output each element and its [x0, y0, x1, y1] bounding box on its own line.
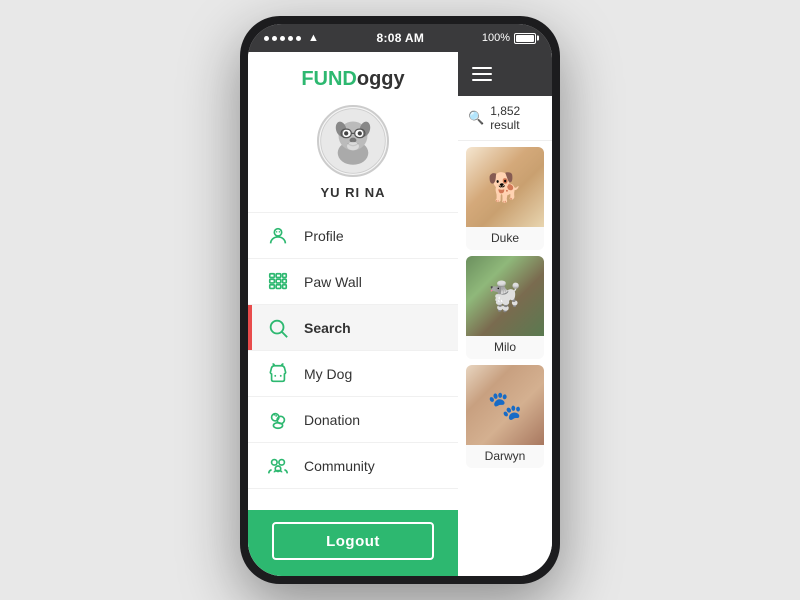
signal-dot-5	[296, 36, 301, 41]
hamburger-line-2	[472, 73, 492, 75]
dog-name-duke: Duke	[466, 227, 544, 250]
nav-item-donation[interactable]: Donation	[248, 397, 458, 443]
hamburger-button[interactable]	[472, 67, 492, 81]
dog-photo-darwyn: 🐾	[466, 365, 544, 445]
battery-area: 100%	[482, 32, 536, 44]
battery-fill	[516, 35, 534, 42]
logo-fund: FUND	[301, 68, 357, 90]
search-bar: 🔍 1,852 result	[458, 96, 552, 141]
status-bar: ▲ 8:08 AM 100%	[248, 24, 552, 52]
signal-area: ▲	[264, 32, 319, 44]
hamburger-line-3	[472, 79, 492, 81]
dog-photo-milo: 🐩	[466, 256, 544, 336]
nav-label-my-dog: My Dog	[304, 366, 352, 382]
my-dog-icon	[264, 360, 292, 388]
search-result-count: 1,852 result	[490, 104, 542, 132]
community-icon	[264, 452, 292, 480]
signal-dot-1	[264, 36, 269, 41]
search-nav-icon	[264, 314, 292, 342]
status-time: 8:08 AM	[377, 31, 425, 45]
dog-card-darwyn[interactable]: 🐾 Darwyn	[466, 365, 544, 468]
phone-frame: ▲ 8:08 AM 100% FUNDoggy	[240, 16, 560, 584]
signal-dot-4	[288, 36, 293, 41]
dog-list: 🐕 Duke 🐩 Milo 🐾 Darwyn	[458, 141, 552, 576]
dog-photo-duke: 🐕	[466, 147, 544, 227]
dog-avatar-svg	[319, 107, 387, 175]
nav-list: Profile	[248, 213, 458, 510]
main-content: 🔍 1,852 result 🐕 Duke 🐩 Milo 🐾	[458, 52, 552, 576]
logo-oggy: oggy	[357, 68, 405, 90]
main-header	[458, 52, 552, 96]
signal-dot-2	[272, 36, 277, 41]
hamburger-line-1	[472, 67, 492, 69]
app-content: FUNDoggy	[248, 52, 552, 576]
nav-item-community[interactable]: Community	[248, 443, 458, 489]
drawer-footer: Logout	[248, 510, 458, 576]
search-bar-icon: 🔍	[468, 110, 484, 126]
nav-label-paw-wall: Paw Wall	[304, 274, 362, 290]
username: YU RI NA	[320, 185, 385, 200]
nav-label-donation: Donation	[304, 412, 360, 428]
dog-card-milo[interactable]: 🐩 Milo	[466, 256, 544, 359]
nav-label-profile: Profile	[304, 228, 344, 244]
nav-label-community: Community	[304, 458, 375, 474]
drawer-header: FUNDoggy	[248, 52, 458, 213]
nav-item-profile[interactable]: Profile	[248, 213, 458, 259]
donation-icon	[264, 406, 292, 434]
dog-name-milo: Milo	[466, 336, 544, 359]
wifi-icon: ▲	[308, 32, 319, 44]
dog-name-darwyn: Darwyn	[466, 445, 544, 468]
battery-percent: 100%	[482, 32, 510, 44]
phone-screen: ▲ 8:08 AM 100% FUNDoggy	[248, 24, 552, 576]
signal-dot-3	[280, 36, 285, 41]
avatar	[317, 105, 389, 177]
profile-icon	[264, 222, 292, 250]
battery-icon	[514, 33, 536, 44]
nav-item-paw-wall[interactable]: Paw Wall	[248, 259, 458, 305]
nav-item-search[interactable]: Search	[248, 305, 458, 351]
nav-item-my-dog[interactable]: My Dog	[248, 351, 458, 397]
paw-wall-icon	[264, 268, 292, 296]
dog-card-duke[interactable]: 🐕 Duke	[466, 147, 544, 250]
nav-label-search: Search	[304, 320, 351, 336]
app-logo: FUNDoggy	[301, 68, 404, 91]
drawer: FUNDoggy	[248, 52, 458, 576]
logout-button[interactable]: Logout	[272, 522, 434, 560]
